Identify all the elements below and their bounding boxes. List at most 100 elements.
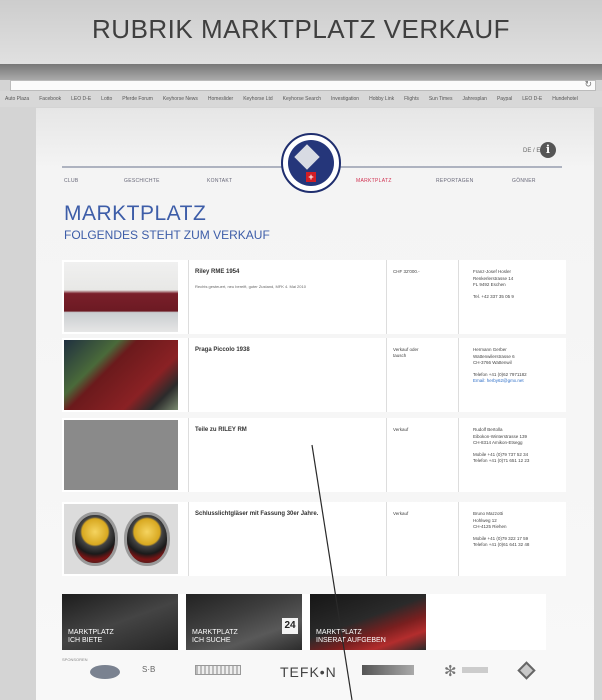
taillight-icon [124,512,170,566]
listing-contact: Hermann Gerber Wattenwilerstrasse 6 CH-376… [473,347,527,385]
listing-contact-cell: Rudolf Bertolla Eibokon-Winterstrasse 139… [458,418,566,492]
language-switch[interactable]: DE / E [523,148,540,154]
browser-address-bar[interactable]: ↻ [10,79,596,91]
price-line: Verkauf [393,427,409,432]
contact-address-line: CH-4125 Riehen [473,524,507,529]
listing-contact: Franz-Josef Hosler Renkerlerstrasse 14 FL … [473,269,514,300]
bookmark-item[interactable]: Keyhorse Ltd [243,96,272,102]
listing-row[interactable]: Praga Piccolo 1938 Verkauf oder tausch Herm… [62,338,566,412]
listing-title[interactable]: Praga Piccolo 1938 [195,347,250,353]
contact-address-line: Hermann Gerber [473,347,507,352]
page-subtitle: FOLGENDES STEHT ZUM VERKAUF [64,228,270,242]
contact-address-line: Renkerlerstrasse 14 [473,275,514,281]
contact-phone: Tel. +42 337 35 05 9 [473,293,514,299]
banner-ich-suche[interactable]: 24 MARKTPLATZ ICH SUCHE [186,594,302,650]
sponsors-label: SPONSOREN [62,657,88,662]
listing-photo[interactable] [64,340,178,410]
bookmark-item[interactable]: Investigation [331,96,359,102]
bookmark-item[interactable]: Sun Times [429,96,453,102]
contact-address-line: FL 9492 Eschen [473,282,506,287]
sponsor-oval-logo[interactable] [90,665,120,679]
listing-row[interactable]: Riley RME 1954 Rechts gesteuert, neu bere… [62,260,566,334]
bookmark-item[interactable]: Paypal [497,96,512,102]
bookmark-item[interactable]: Facebook [39,96,61,102]
nav-kontakt[interactable]: KONTAKT [207,178,232,184]
contact-phone: Telefon +41 (0)71 651 12 23 [473,458,530,463]
bookmark-item[interactable]: Lotto [101,96,112,102]
price-line: Verkauf oder [393,347,419,352]
listing-price-cell: Verkauf [386,502,458,576]
page-title: MARKTPLATZ [64,202,207,225]
listing-description: Rechts gesteuert, neu bereift, guter Zus… [195,284,306,289]
listing-photo[interactable] [64,420,178,490]
contact-address-line: CH-8314 Amikon-Etsegg [473,440,523,445]
price-line: Verkauf [393,511,409,516]
contact-address-line: Wattenwilerstrasse 6 [473,353,515,359]
bookmark-item[interactable]: Auto Plaza [5,96,29,102]
listing-title[interactable]: Teile zu RILEY RM [195,427,247,433]
bookmark-item[interactable]: Keyhorse Search [283,96,321,102]
contact-address-line: Rudolf Bertolla [473,427,503,432]
listing-contact: Bruno Mazzotti Hohlweg 12 CH-4125 Riehen Mo… [473,511,529,549]
contact-phone: Telefon +41 (0)62 7971182 [473,371,527,377]
bookmark-item[interactable]: Homeslider [208,96,233,102]
listing-photo[interactable] [64,504,178,574]
listing-price: CHF 32'000.- [393,269,420,275]
info-icon[interactable]: i [540,142,556,158]
listing-price: Verkauf oder tausch [393,347,419,359]
contact-phone: Telefon +41 (0)61 641 32 48 [473,542,530,547]
sponsor-striped-logo[interactable] [195,665,241,675]
price-line: tausch [393,353,407,358]
listing-price-cell: Verkauf [386,418,458,492]
bookmark-item[interactable]: LEO D-E [71,96,91,102]
contact-address-line: Franz-Josef Hosler [473,269,512,274]
browser-chrome-strip [0,64,602,80]
swiss-cross-icon: + [306,172,316,182]
sponsor-star-icon[interactable]: ✻ [444,662,457,680]
listing-title-cell: Teile zu RILEY RM [188,418,386,492]
sponsor-tefkon-logo[interactable]: TEFK•N [280,664,337,680]
listing-price-cell: CHF 32'000.- [386,260,458,334]
bookmark-item[interactable]: Hobby Link [369,96,394,102]
nav-marktplatz[interactable]: MARKTPLATZ [356,178,392,184]
listing-title-cell: Schlusslichtgläser mit Fassung 30er Jahr… [188,502,386,576]
contact-address-line: Bruno Mazzotti [473,511,504,516]
listing-photo[interactable] [64,262,178,332]
nav-club[interactable]: CLUB [64,178,79,184]
bookmark-item[interactable]: Keyhorse News [163,96,198,102]
nav-reportagen[interactable]: REPORTAGEN [436,178,474,184]
banner-ich-biete[interactable]: MARKTPLATZ ICH BIETE [62,594,178,650]
listing-price: Verkauf [393,427,408,433]
listing-row[interactable]: Teile zu RILEY RM Verkauf Rudolf Bertolla E… [62,418,566,492]
nav-geschichte[interactable]: GESCHICHTE [124,178,160,184]
number-24-badge: 24 [282,618,298,634]
contact-email-link[interactable]: Email: herby62@gmx.net [473,378,524,383]
bookmark-item[interactable]: Flights [404,96,419,102]
banner-label: MARKTPLATZ ICH SUCHE [192,629,238,644]
club-logo[interactable]: + [281,133,341,193]
listing-title[interactable]: Riley RME 1954 [195,269,239,275]
contact-address-line: CH-3766 Wattenwil [473,360,512,365]
listing-row[interactable]: Schlusslichtgläser mit Fassung 30er Jahr… [62,502,566,576]
contact-address-line: Hohlweg 12 [473,517,497,523]
marketplace-banners: MARKTPLATZ ICH BIETE 24 MARKTPLATZ ICH SUC… [62,594,546,650]
document-title: RUBRIK MARKTPLATZ VERKAUF [92,14,510,44]
listing-contact: Rudolf Bertolla Eibokon-Winterstrasse 139… [473,427,529,465]
listing-contact-cell: Bruno Mazzotti Hohlweg 12 CH-4125 Riehen Mo… [458,502,566,576]
bookmark-item[interactable]: Pferde Forum [122,96,153,102]
contact-address-line: Eibokon-Winterstrasse 139 [473,433,528,439]
banner-label: MARKTPLATZ INSERAT AUFGEBEN [316,629,386,644]
reload-icon[interactable]: ↻ [584,79,592,90]
bookmarks-bar: Auto Plaza Facebook LEO D-E Lotto Pferde For… [0,91,602,107]
contact-phone: Mobile +41 (0)79 322 17 59 [473,535,529,541]
sponsor-sb-logo[interactable]: S·B [142,665,155,674]
banner-inserat-aufgeben[interactable]: MARKTPLATZ INSERAT AUFGEBEN [310,594,426,650]
listing-title-cell: Riley RME 1954 Rechts gesteuert, neu bere… [188,260,386,334]
bookmark-item[interactable]: Hundehotel [552,96,578,102]
bookmark-item[interactable]: Jahresplan [462,96,486,102]
bookmark-item[interactable]: LEO D-E [522,96,542,102]
nav-goenner[interactable]: GÖNNER [512,178,536,184]
sponsor-small-logo[interactable] [462,667,488,673]
listing-title[interactable]: Schlusslichtgläser mit Fassung 30er Jahr… [195,511,318,517]
sponsor-dark-logo[interactable] [362,665,414,675]
